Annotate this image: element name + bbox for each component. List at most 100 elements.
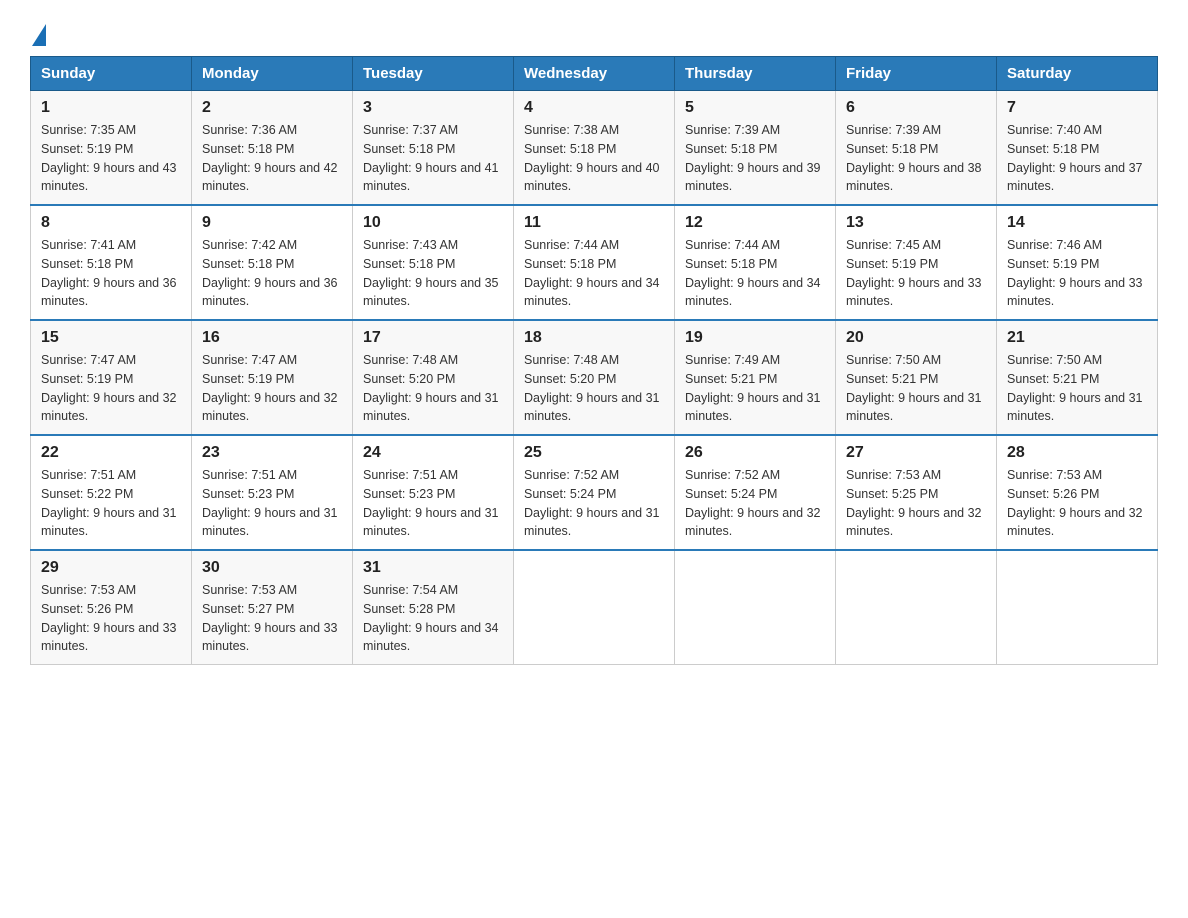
day-info: Sunrise: 7:43 AMSunset: 5:18 PMDaylight:… <box>363 236 503 311</box>
day-info: Sunrise: 7:53 AMSunset: 5:27 PMDaylight:… <box>202 581 342 656</box>
calendar-week-row: 8 Sunrise: 7:41 AMSunset: 5:18 PMDaylight… <box>31 205 1158 320</box>
day-info: Sunrise: 7:40 AMSunset: 5:18 PMDaylight:… <box>1007 121 1147 196</box>
calendar-day-cell: 29 Sunrise: 7:53 AMSunset: 5:26 PMDayligh… <box>31 550 192 665</box>
page-header <box>30 20 1158 46</box>
calendar-day-cell: 22 Sunrise: 7:51 AMSunset: 5:22 PMDayligh… <box>31 435 192 550</box>
calendar-day-cell: 31 Sunrise: 7:54 AMSunset: 5:28 PMDayligh… <box>353 550 514 665</box>
calendar-week-row: 22 Sunrise: 7:51 AMSunset: 5:22 PMDayligh… <box>31 435 1158 550</box>
day-info: Sunrise: 7:50 AMSunset: 5:21 PMDaylight:… <box>846 351 986 426</box>
day-info: Sunrise: 7:47 AMSunset: 5:19 PMDaylight:… <box>202 351 342 426</box>
day-number: 23 <box>202 444 342 462</box>
calendar-day-cell: 2 Sunrise: 7:36 AMSunset: 5:18 PMDaylight… <box>192 91 353 206</box>
day-number: 2 <box>202 99 342 117</box>
calendar-day-cell: 3 Sunrise: 7:37 AMSunset: 5:18 PMDaylight… <box>353 91 514 206</box>
day-info: Sunrise: 7:49 AMSunset: 5:21 PMDaylight:… <box>685 351 825 426</box>
day-info: Sunrise: 7:48 AMSunset: 5:20 PMDaylight:… <box>363 351 503 426</box>
weekday-header-thursday: Thursday <box>675 57 836 91</box>
day-number: 17 <box>363 329 503 347</box>
weekday-header-sunday: Sunday <box>31 57 192 91</box>
day-number: 5 <box>685 99 825 117</box>
calendar-day-cell: 19 Sunrise: 7:49 AMSunset: 5:21 PMDayligh… <box>675 320 836 435</box>
calendar-day-cell: 9 Sunrise: 7:42 AMSunset: 5:18 PMDaylight… <box>192 205 353 320</box>
day-number: 29 <box>41 559 181 577</box>
calendar-day-cell: 25 Sunrise: 7:52 AMSunset: 5:24 PMDayligh… <box>514 435 675 550</box>
day-info: Sunrise: 7:36 AMSunset: 5:18 PMDaylight:… <box>202 121 342 196</box>
day-info: Sunrise: 7:42 AMSunset: 5:18 PMDaylight:… <box>202 236 342 311</box>
day-info: Sunrise: 7:52 AMSunset: 5:24 PMDaylight:… <box>685 466 825 541</box>
calendar-day-cell: 18 Sunrise: 7:48 AMSunset: 5:20 PMDayligh… <box>514 320 675 435</box>
day-number: 7 <box>1007 99 1147 117</box>
day-number: 11 <box>524 214 664 232</box>
day-number: 8 <box>41 214 181 232</box>
calendar-table: SundayMondayTuesdayWednesdayThursdayFrid… <box>30 56 1158 665</box>
day-info: Sunrise: 7:53 AMSunset: 5:26 PMDaylight:… <box>41 581 181 656</box>
calendar-day-cell: 4Sunrise: 7:38 AMSunset: 5:18 PMDaylight… <box>514 91 675 206</box>
day-number: 14 <box>1007 214 1147 232</box>
day-number: 22 <box>41 444 181 462</box>
logo-triangle-icon <box>32 24 46 46</box>
day-number: 25 <box>524 444 664 462</box>
day-number: 10 <box>363 214 503 232</box>
day-number: 13 <box>846 214 986 232</box>
weekday-header-saturday: Saturday <box>997 57 1158 91</box>
day-info: Sunrise: 7:51 AMSunset: 5:23 PMDaylight:… <box>202 466 342 541</box>
day-info: Sunrise: 7:39 AMSunset: 5:18 PMDaylight:… <box>685 121 825 196</box>
calendar-week-row: 29 Sunrise: 7:53 AMSunset: 5:26 PMDayligh… <box>31 550 1158 665</box>
day-info: Sunrise: 7:37 AMSunset: 5:18 PMDaylight:… <box>363 121 503 196</box>
calendar-week-row: 1 Sunrise: 7:35 AMSunset: 5:19 PMDaylight… <box>31 91 1158 206</box>
calendar-day-cell: 5 Sunrise: 7:39 AMSunset: 5:18 PMDaylight… <box>675 91 836 206</box>
day-number: 3 <box>363 99 503 117</box>
day-number: 15 <box>41 329 181 347</box>
day-info: Sunrise: 7:51 AMSunset: 5:22 PMDaylight:… <box>41 466 181 541</box>
calendar-day-cell: 15 Sunrise: 7:47 AMSunset: 5:19 PMDayligh… <box>31 320 192 435</box>
calendar-day-cell: 14 Sunrise: 7:46 AMSunset: 5:19 PMDayligh… <box>997 205 1158 320</box>
calendar-day-cell <box>675 550 836 665</box>
calendar-day-cell: 16Sunrise: 7:47 AMSunset: 5:19 PMDayligh… <box>192 320 353 435</box>
day-number: 31 <box>363 559 503 577</box>
day-info: Sunrise: 7:50 AMSunset: 5:21 PMDaylight:… <box>1007 351 1147 426</box>
weekday-header-tuesday: Tuesday <box>353 57 514 91</box>
calendar-week-row: 15 Sunrise: 7:47 AMSunset: 5:19 PMDayligh… <box>31 320 1158 435</box>
day-number: 1 <box>41 99 181 117</box>
calendar-day-cell: 8 Sunrise: 7:41 AMSunset: 5:18 PMDaylight… <box>31 205 192 320</box>
calendar-day-cell: 10 Sunrise: 7:43 AMSunset: 5:18 PMDayligh… <box>353 205 514 320</box>
day-number: 9 <box>202 214 342 232</box>
weekday-header-friday: Friday <box>836 57 997 91</box>
day-number: 30 <box>202 559 342 577</box>
day-number: 18 <box>524 329 664 347</box>
calendar-day-cell: 7 Sunrise: 7:40 AMSunset: 5:18 PMDaylight… <box>997 91 1158 206</box>
calendar-day-cell: 28Sunrise: 7:53 AMSunset: 5:26 PMDayligh… <box>997 435 1158 550</box>
day-info: Sunrise: 7:48 AMSunset: 5:20 PMDaylight:… <box>524 351 664 426</box>
day-number: 20 <box>846 329 986 347</box>
logo <box>30 20 46 46</box>
calendar-day-cell: 11 Sunrise: 7:44 AMSunset: 5:18 PMDayligh… <box>514 205 675 320</box>
calendar-day-cell: 26 Sunrise: 7:52 AMSunset: 5:24 PMDayligh… <box>675 435 836 550</box>
calendar-day-cell <box>997 550 1158 665</box>
calendar-day-cell: 27Sunrise: 7:53 AMSunset: 5:25 PMDayligh… <box>836 435 997 550</box>
day-info: Sunrise: 7:39 AMSunset: 5:18 PMDaylight:… <box>846 121 986 196</box>
day-info: Sunrise: 7:46 AMSunset: 5:19 PMDaylight:… <box>1007 236 1147 311</box>
day-info: Sunrise: 7:35 AMSunset: 5:19 PMDaylight:… <box>41 121 181 196</box>
day-info: Sunrise: 7:44 AMSunset: 5:18 PMDaylight:… <box>685 236 825 311</box>
day-info: Sunrise: 7:41 AMSunset: 5:18 PMDaylight:… <box>41 236 181 311</box>
calendar-day-cell <box>514 550 675 665</box>
day-info: Sunrise: 7:53 AMSunset: 5:25 PMDaylight:… <box>846 466 986 541</box>
calendar-day-cell: 12 Sunrise: 7:44 AMSunset: 5:18 PMDayligh… <box>675 205 836 320</box>
day-info: Sunrise: 7:51 AMSunset: 5:23 PMDaylight:… <box>363 466 503 541</box>
day-number: 12 <box>685 214 825 232</box>
day-info: Sunrise: 7:54 AMSunset: 5:28 PMDaylight:… <box>363 581 503 656</box>
calendar-day-cell: 30 Sunrise: 7:53 AMSunset: 5:27 PMDayligh… <box>192 550 353 665</box>
calendar-day-cell: 17 Sunrise: 7:48 AMSunset: 5:20 PMDayligh… <box>353 320 514 435</box>
day-number: 19 <box>685 329 825 347</box>
day-number: 21 <box>1007 329 1147 347</box>
day-number: 24 <box>363 444 503 462</box>
day-number: 26 <box>685 444 825 462</box>
day-number: 6 <box>846 99 986 117</box>
calendar-day-cell: 1 Sunrise: 7:35 AMSunset: 5:19 PMDaylight… <box>31 91 192 206</box>
calendar-day-cell: 21 Sunrise: 7:50 AMSunset: 5:21 PMDayligh… <box>997 320 1158 435</box>
day-info: Sunrise: 7:44 AMSunset: 5:18 PMDaylight:… <box>524 236 664 311</box>
day-info: Sunrise: 7:53 AMSunset: 5:26 PMDaylight:… <box>1007 466 1147 541</box>
weekday-header-row: SundayMondayTuesdayWednesdayThursdayFrid… <box>31 57 1158 91</box>
day-info: Sunrise: 7:47 AMSunset: 5:19 PMDaylight:… <box>41 351 181 426</box>
day-info: Sunrise: 7:52 AMSunset: 5:24 PMDaylight:… <box>524 466 664 541</box>
